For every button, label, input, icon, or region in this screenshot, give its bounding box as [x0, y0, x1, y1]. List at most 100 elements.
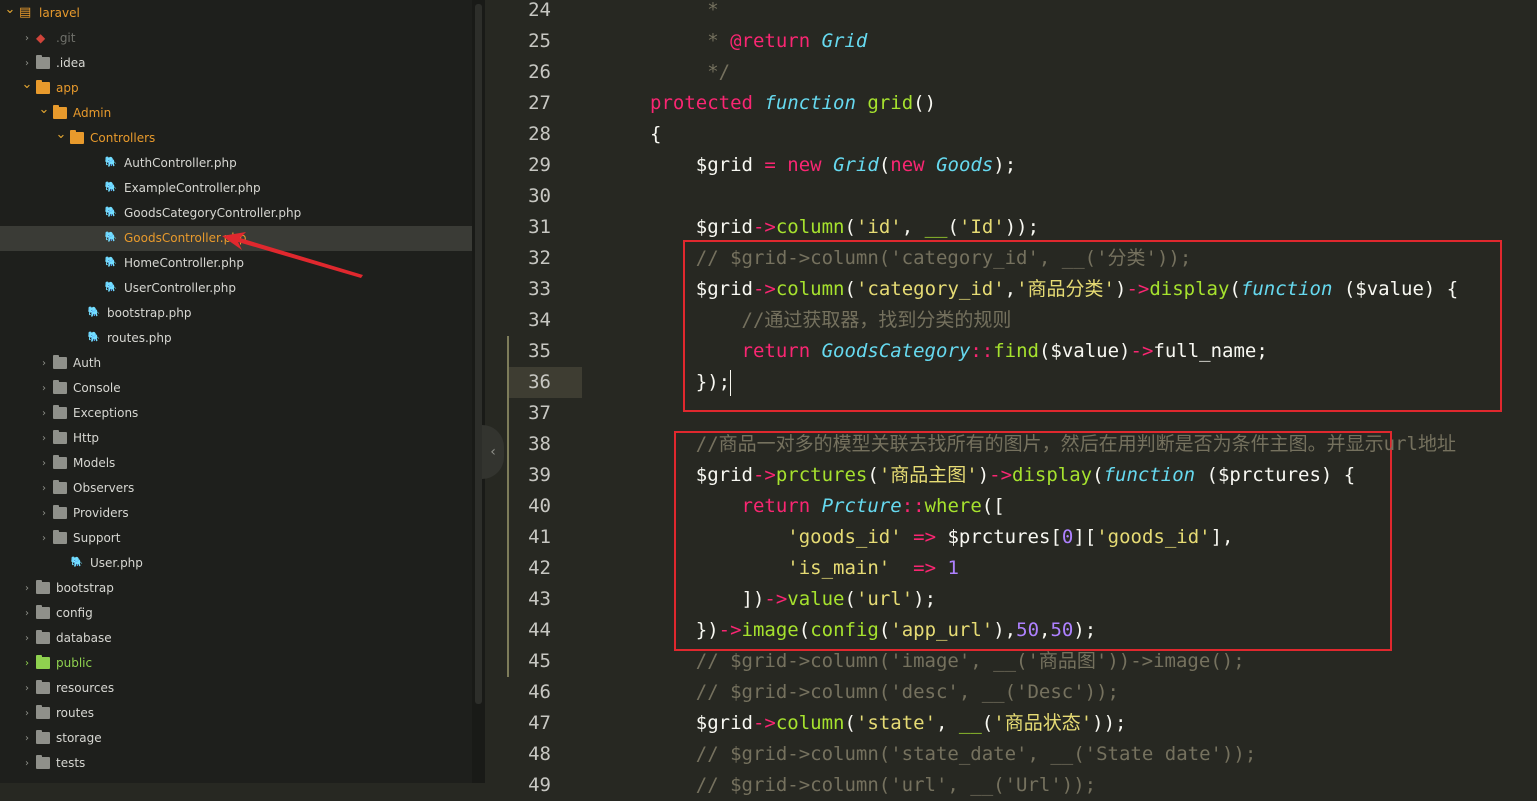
code-line[interactable]: 'goods_id' => $prctures[0]['goods_id'],	[650, 522, 1537, 553]
chevron-right-icon[interactable]: ›	[38, 426, 50, 451]
chevron-right-icon[interactable]: ›	[21, 576, 33, 601]
chevron-right-icon[interactable]: ›	[21, 751, 33, 776]
tree-item-support[interactable]: › Support	[0, 526, 472, 551]
code-line[interactable]: 'is_main' => 1	[650, 553, 1537, 584]
code-line[interactable]: return Prcture::where([	[650, 491, 1537, 522]
code-line[interactable]: {	[650, 119, 1537, 150]
code-line[interactable]: })->image(config('app_url'),50,50);	[650, 615, 1537, 646]
tree-item-database[interactable]: › database	[0, 626, 472, 651]
code-token: __	[924, 216, 948, 238]
chevron-right-icon[interactable]: ›	[21, 676, 33, 701]
code-line[interactable]: // $grid->column('image', __('商品图'))->im…	[650, 646, 1537, 677]
code-line[interactable]: $grid->prctures('商品主图')->display(functio…	[650, 460, 1537, 491]
tree-item-auth[interactable]: › Auth	[0, 351, 472, 376]
tree-item-git[interactable]: › ◆ .git	[0, 26, 472, 51]
code-token: })	[650, 619, 719, 641]
tree-item-authcontroller-php[interactable]: 🐘 AuthController.php	[0, 151, 472, 176]
code-line[interactable]: // $grid->column('desc', __('Desc'));	[650, 677, 1537, 708]
line-number: 40	[528, 495, 551, 517]
tree-item-bootstrap-php[interactable]: 🐘 bootstrap.php	[0, 301, 472, 326]
code-line[interactable]: */	[650, 57, 1537, 88]
code-line[interactable]: ])->value('url');	[650, 584, 1537, 615]
chevron-right-icon[interactable]: ›	[21, 651, 33, 676]
code-line[interactable]: *	[650, 0, 1537, 26]
line-number: 28	[528, 123, 551, 145]
chevron-down-icon[interactable]: ⌄	[38, 97, 50, 122]
tree-item-public[interactable]: › public	[0, 651, 472, 676]
code-line[interactable]: $grid->column('state', __('商品状态'));	[650, 708, 1537, 739]
sidebar-scrollbar[interactable]	[472, 0, 485, 783]
chevron-right-icon[interactable]: ›	[38, 401, 50, 426]
line-number: 41	[528, 526, 551, 548]
tree-item-config[interactable]: › config	[0, 601, 472, 626]
line-number: 35	[528, 340, 551, 362]
code-line[interactable]: //商品一对多的模型关联去找所有的图片，然后在用判断是否为条件主图。并显示url…	[650, 429, 1537, 460]
chevron-right-icon[interactable]: ›	[38, 526, 50, 551]
tree-item-exceptions[interactable]: › Exceptions	[0, 401, 472, 426]
code-token: ::	[901, 495, 925, 517]
tree-item-routes-php[interactable]: 🐘 routes.php	[0, 326, 472, 351]
tree-item-models[interactable]: › Models	[0, 451, 472, 476]
chevron-right-icon[interactable]: ›	[38, 376, 50, 401]
chevron-right-icon[interactable]: ›	[38, 451, 50, 476]
code-token: ->	[718, 619, 742, 641]
tree-item-goodscategorycontroller-php[interactable]: 🐘 GoodsCategoryController.php	[0, 201, 472, 226]
tree-item-resources[interactable]: › resources	[0, 676, 472, 701]
chevron-down-icon[interactable]: ⌄	[21, 72, 33, 97]
chevron-right-icon[interactable]: ›	[21, 701, 33, 726]
chevron-right-icon[interactable]: ›	[21, 726, 33, 751]
tree-item-app[interactable]: ⌄ app	[0, 76, 472, 101]
code-line[interactable]: // $grid->column('url', __('Url'));	[650, 770, 1537, 801]
line-number: 34	[528, 309, 551, 331]
code-line[interactable]: });	[650, 367, 1537, 398]
chevron-right-icon[interactable]: ›	[21, 26, 33, 51]
tree-item-examplecontroller-php[interactable]: 🐘 ExampleController.php	[0, 176, 472, 201]
chevron-right-icon[interactable]: ›	[38, 476, 50, 501]
code-token: Grid	[821, 30, 868, 52]
code-line[interactable]: protected function grid()	[650, 88, 1537, 119]
code-token: =>	[913, 526, 937, 548]
chevron-right-icon[interactable]: ›	[38, 351, 50, 376]
tree-item-laravel[interactable]: ⌄ ▤ laravel	[0, 1, 472, 26]
folder-icon	[53, 355, 67, 369]
tree-item-console[interactable]: › Console	[0, 376, 472, 401]
code-token: // $grid->column('desc', __('Desc'));	[650, 681, 1119, 703]
code-line[interactable]: // $grid->column('category_id', __('分类')…	[650, 243, 1537, 274]
code-line[interactable]: $grid->column('id', __('Id'));	[650, 212, 1537, 243]
tree-item-routes[interactable]: › routes	[0, 701, 472, 726]
tree-item-tests[interactable]: › tests	[0, 751, 472, 776]
code-line[interactable]: * @return Grid	[650, 26, 1537, 57]
chevron-right-icon[interactable]: ›	[21, 601, 33, 626]
chevron-down-icon[interactable]: ⌄	[55, 122, 67, 147]
tree-item-label: routes.php	[107, 331, 172, 345]
code-line[interactable]: $grid->column('category_id','商品分类')->dis…	[650, 274, 1537, 305]
code-line[interactable]: // $grid->column('state_date', __('State…	[650, 739, 1537, 770]
code-token: 'is_main'	[787, 557, 891, 579]
code-line[interactable]	[650, 398, 1537, 429]
tree-item-storage[interactable]: › storage	[0, 726, 472, 751]
code-token: GoodsCategory	[821, 340, 971, 362]
code-line[interactable]	[650, 181, 1537, 212]
tree-item-observers[interactable]: › Observers	[0, 476, 472, 501]
tree-item-bootstrap[interactable]: › bootstrap	[0, 576, 472, 601]
chevron-right-icon[interactable]: ›	[21, 626, 33, 651]
tree-item-idea[interactable]: › .idea	[0, 51, 472, 76]
code-line[interactable]: return GoodsCategory::find($value)->full…	[650, 336, 1537, 367]
code-token: ));	[1092, 712, 1127, 734]
tree-item-http[interactable]: › Http	[0, 426, 472, 451]
folder-icon	[53, 380, 67, 394]
tree-item-user-php[interactable]: 🐘 User.php	[0, 551, 472, 576]
tree-item-admin[interactable]: ⌄ Admin	[0, 101, 472, 126]
code-line[interactable]: $grid = new Grid(new Goods);	[650, 150, 1537, 181]
tree-item-controllers[interactable]: ⌄ Controllers	[0, 126, 472, 151]
chevron-right-icon[interactable]: ›	[38, 501, 50, 526]
code-token: $grid	[650, 278, 753, 300]
code-line[interactable]: //通过获取器，找到分类的规则	[650, 305, 1537, 336]
chevron-down-icon[interactable]: ⌄	[4, 0, 16, 22]
tree-item-providers[interactable]: › Providers	[0, 501, 472, 526]
code-token: ),	[993, 619, 1017, 641]
code-token: protected	[650, 92, 753, 114]
scrollbar-thumb[interactable]	[475, 4, 482, 704]
